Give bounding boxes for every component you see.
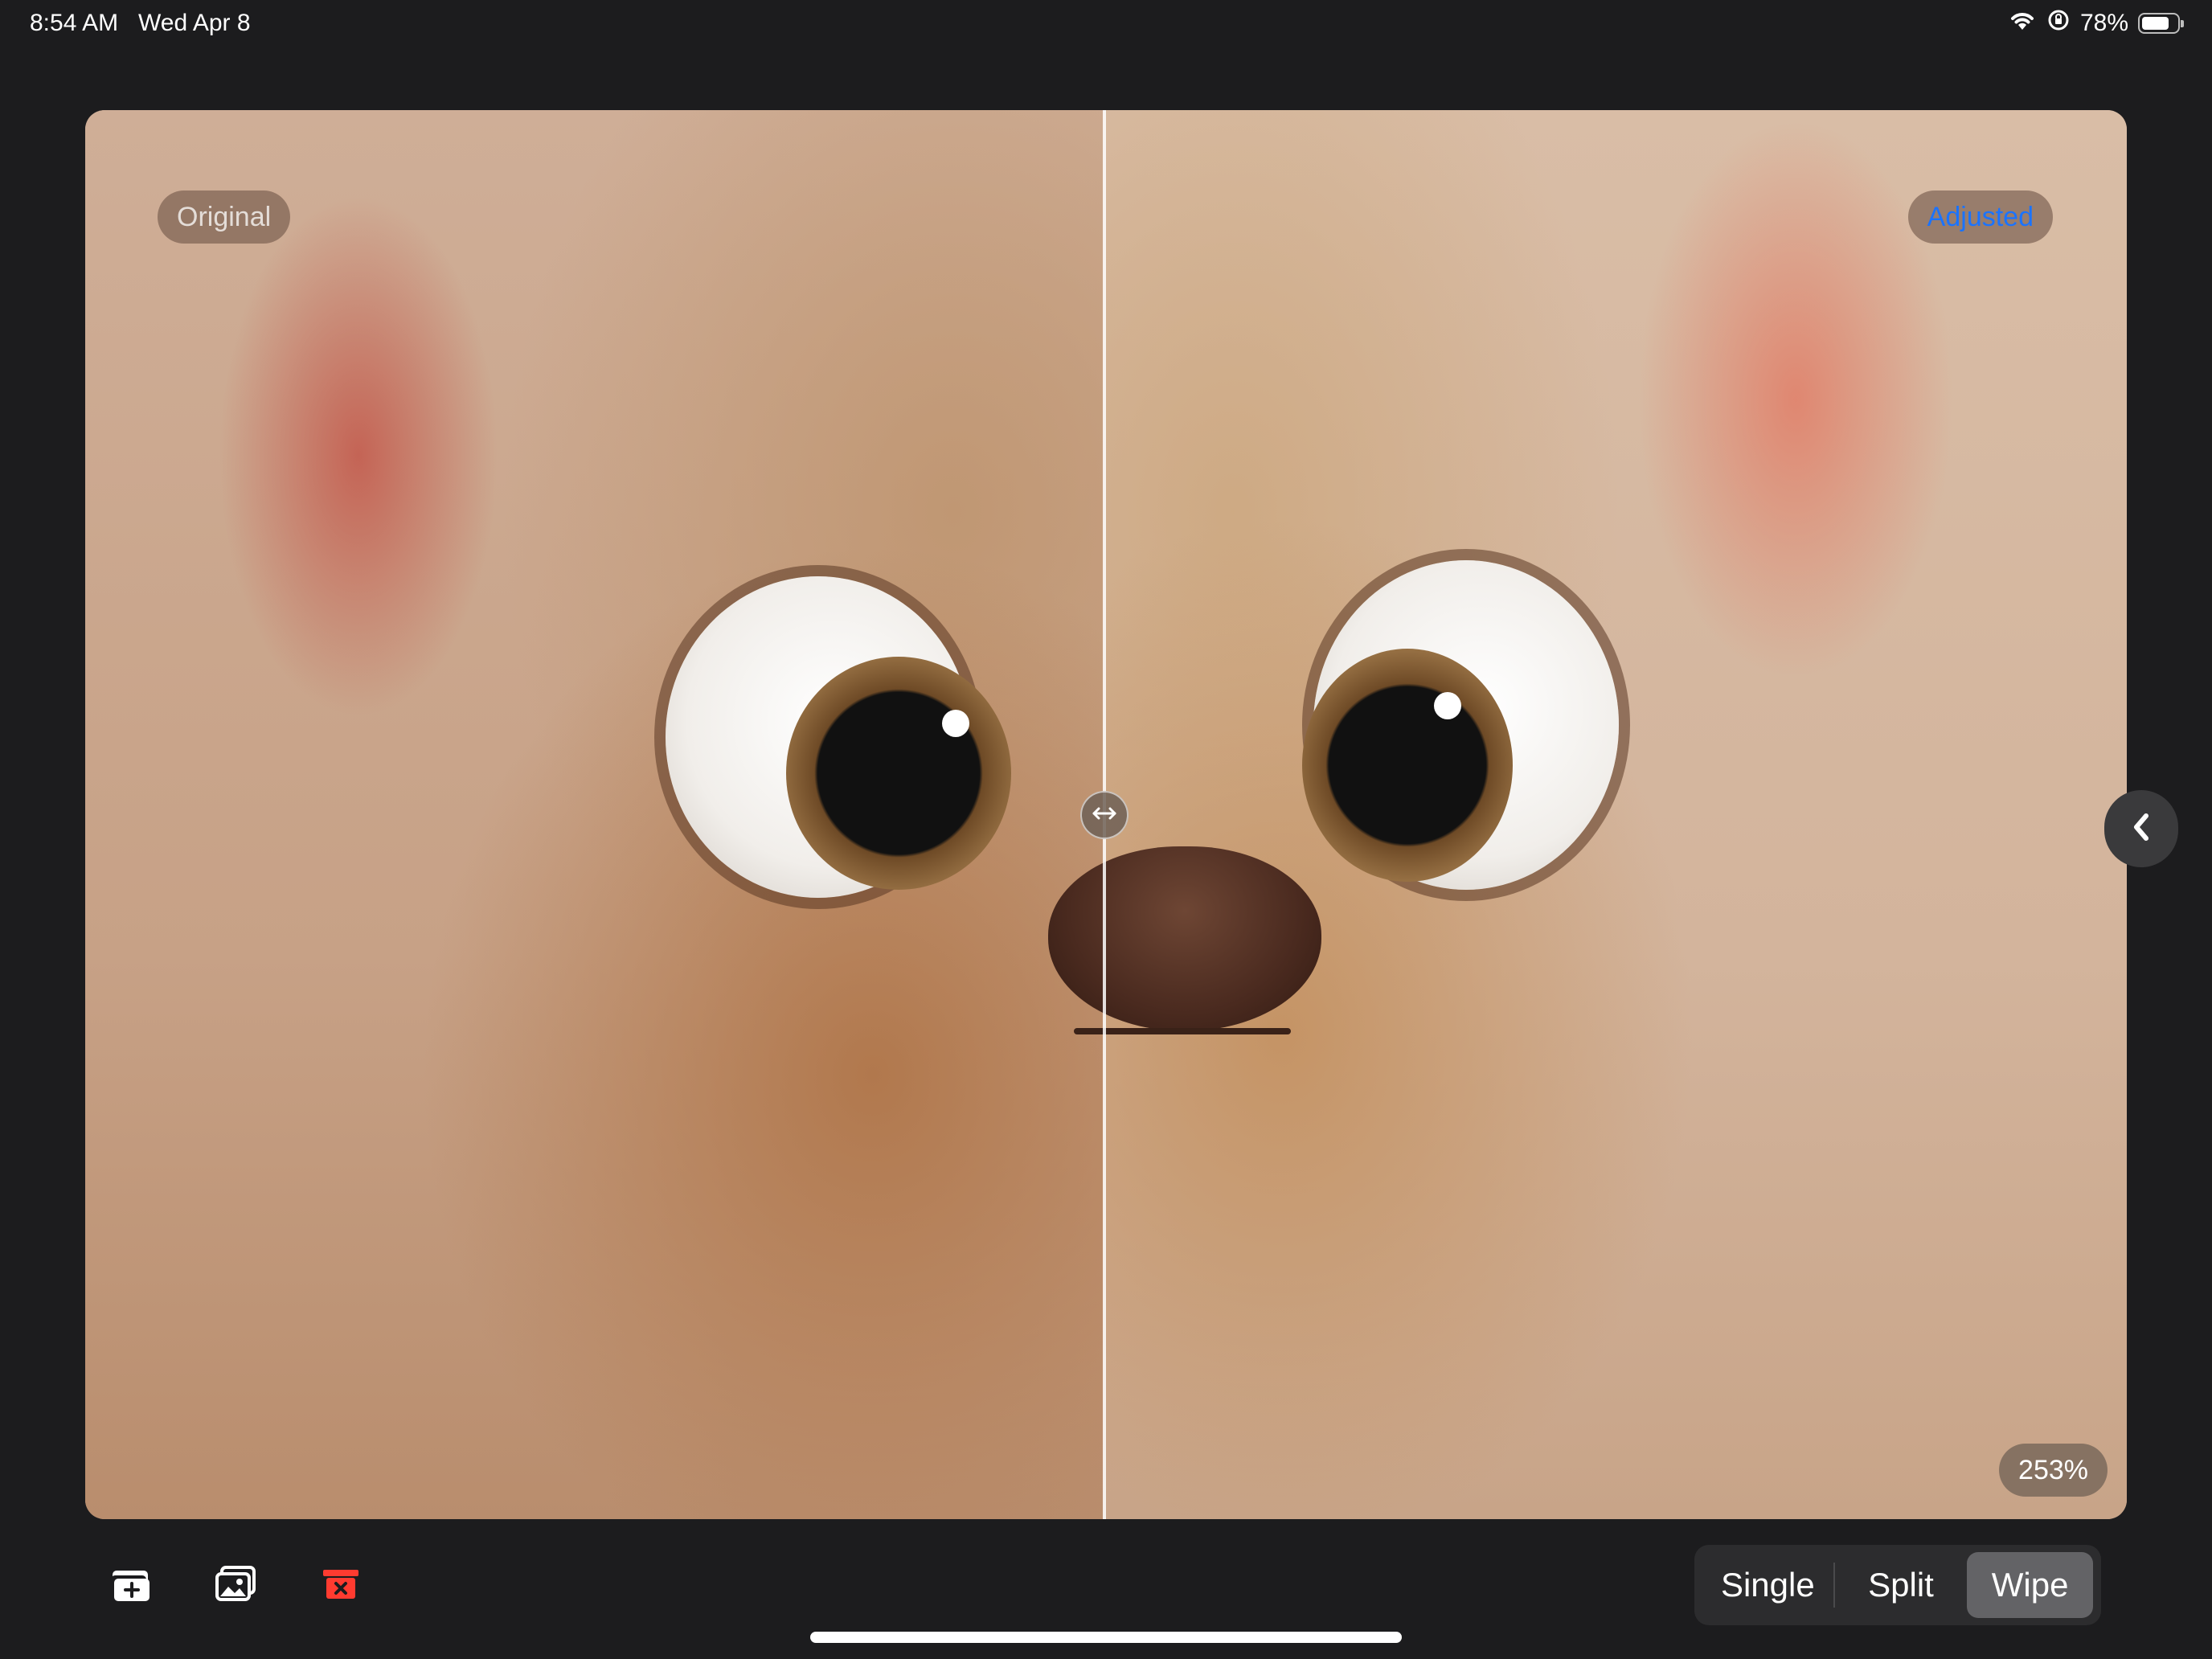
adjusted-label: Adjusted xyxy=(1907,190,2053,244)
view-mode-split[interactable]: Split xyxy=(1835,1552,1968,1618)
photo-library-button[interactable] xyxy=(212,1563,260,1608)
wifi-icon xyxy=(2008,9,2037,38)
battery-icon xyxy=(2138,13,2184,34)
original-label: Original xyxy=(158,190,291,244)
zoom-level: 253% xyxy=(1999,1444,2108,1497)
delete-button[interactable] xyxy=(317,1563,365,1608)
collapse-panel-button[interactable] xyxy=(2104,790,2178,867)
status-indicators: 78% xyxy=(2008,8,2184,39)
right-eye-glint xyxy=(1434,692,1461,719)
battery-percentage: 78% xyxy=(2079,10,2128,36)
status-bar: 8:54 AM Wed Apr 8 78% xyxy=(0,0,2212,50)
view-mode-wipe[interactable]: Wipe xyxy=(1967,1552,2093,1618)
image-comparison-canvas[interactable]: Original Adjusted 253% xyxy=(85,110,2127,1519)
battery-level xyxy=(2142,17,2169,30)
nose xyxy=(1048,846,1321,1031)
chevron-left-icon xyxy=(2130,811,2153,847)
view-mode-single[interactable]: Single xyxy=(1702,1552,1833,1618)
status-date: Wed Apr 8 xyxy=(138,10,251,36)
delete-icon xyxy=(322,1565,360,1606)
wipe-handle[interactable] xyxy=(1080,791,1129,839)
left-iris xyxy=(786,657,1011,890)
orientation-lock-icon xyxy=(2046,8,2071,39)
left-right-arrows-icon xyxy=(1092,805,1117,825)
screen: 8:54 AM Wed Apr 8 78% Original Adjusted … xyxy=(0,0,2212,1659)
mouth xyxy=(1074,1028,1291,1034)
view-mode-segmented-control: Single Split Wipe xyxy=(1694,1545,2101,1625)
add-photo-button[interactable] xyxy=(108,1563,156,1608)
left-eye-glint xyxy=(942,710,969,737)
adjusted-image xyxy=(1104,110,2127,1519)
status-time: 8:54 AM xyxy=(30,10,119,36)
photo-library-icon xyxy=(214,1564,259,1607)
home-indicator[interactable] xyxy=(810,1632,1402,1643)
original-image xyxy=(85,110,1104,1519)
right-iris xyxy=(1302,649,1513,882)
add-photo-icon xyxy=(109,1564,154,1607)
